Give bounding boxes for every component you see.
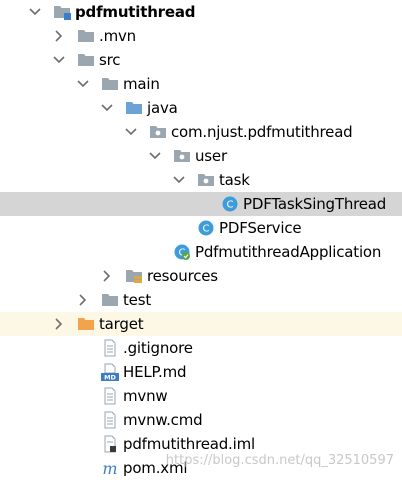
tree-item-label: PDFService <box>219 219 302 237</box>
tree-row-user[interactable]: user <box>0 144 402 168</box>
chevron-down-icon[interactable] <box>75 72 91 96</box>
package-icon <box>149 123 167 141</box>
tree-item-label: com.njust.pdfmutithread <box>171 123 353 141</box>
tree-row-mvnw[interactable]: mvnw <box>0 384 402 408</box>
chevron-down-icon[interactable] <box>51 48 67 72</box>
tree-item-label: java <box>147 99 178 117</box>
markdown-file-icon: MD <box>101 363 119 381</box>
maven-file-icon: m <box>101 459 119 477</box>
java-class-icon: C <box>221 195 239 213</box>
folder-icon <box>77 51 95 69</box>
tree-item-label: pdfmutithread <box>75 3 196 21</box>
chevron-right-icon[interactable] <box>99 264 115 288</box>
resources-folder-icon <box>125 267 143 285</box>
tree-item-label: mvnw <box>123 387 168 405</box>
chevron-right-icon[interactable] <box>51 312 67 336</box>
module-folder-icon <box>53 3 71 21</box>
folder-icon <box>101 75 119 93</box>
svg-text:m: m <box>102 459 117 477</box>
tree-item-label: task <box>219 171 250 189</box>
chevron-down-icon[interactable] <box>171 168 187 192</box>
svg-text:C: C <box>203 224 210 235</box>
tree-item-label: .mvn <box>99 27 136 45</box>
text-file-icon <box>101 387 119 405</box>
folder-icon <box>101 291 119 309</box>
tree-row-gitignore[interactable]: .gitignore <box>0 336 402 360</box>
chevron-down-icon[interactable] <box>123 120 139 144</box>
tree-item-label: .gitignore <box>123 339 193 357</box>
chevron-down-icon[interactable] <box>147 144 163 168</box>
tree-row-pdfservice[interactable]: C PDFService <box>0 216 402 240</box>
svg-text:MD: MD <box>104 374 116 382</box>
tree-row-test[interactable]: test <box>0 288 402 312</box>
watermark: https://blog.csdn.net/qq_32510597 <box>165 453 394 468</box>
tree-row-resources[interactable]: resources <box>0 264 402 288</box>
chevron-right-icon[interactable] <box>75 288 91 312</box>
tree-row-java[interactable]: java <box>0 96 402 120</box>
tree-row-pdfmutithread[interactable]: pdfmutithread <box>0 0 402 24</box>
tree-item-label: PDFTaskSingThread <box>243 195 387 213</box>
excluded-folder-icon <box>77 315 95 333</box>
java-class-icon: C <box>197 219 215 237</box>
tree-item-label: main <box>123 75 160 93</box>
tree-item-label: test <box>123 291 152 309</box>
chevron-down-icon[interactable] <box>27 0 43 24</box>
package-icon <box>173 147 191 165</box>
tree-item-label: HELP.md <box>123 363 187 381</box>
tree-item-label: resources <box>147 267 218 285</box>
tree-row-help-md[interactable]: MD HELP.md <box>0 360 402 384</box>
tree-item-label: src <box>99 51 121 69</box>
tree-row-main[interactable]: main <box>0 72 402 96</box>
tree-row-mvn[interactable]: .mvn <box>0 24 402 48</box>
tree-row-com-njust-pdfmutithread[interactable]: com.njust.pdfmutithread <box>0 120 402 144</box>
chevron-down-icon[interactable] <box>99 96 115 120</box>
tree-item-label: target <box>99 315 144 333</box>
text-file-icon <box>101 411 119 429</box>
tree-row-pdfmutithreadapplication[interactable]: C PdfmutithreadApplication <box>0 240 402 264</box>
tree-row-pdftasksingthread[interactable]: C PDFTaskSingThread <box>0 192 402 216</box>
tree-item-label: PdfmutithreadApplication <box>195 243 382 261</box>
svg-text:C: C <box>227 200 234 211</box>
chevron-right-icon[interactable] <box>51 24 67 48</box>
tree-row-task[interactable]: task <box>0 168 402 192</box>
tree-item-label: mvnw.cmd <box>123 411 203 429</box>
tree-item-label: user <box>195 147 227 165</box>
tree-row-src[interactable]: src <box>0 48 402 72</box>
tree-row-mvnw-cmd[interactable]: mvnw.cmd <box>0 408 402 432</box>
text-file-icon <box>101 339 119 357</box>
spring-boot-class-icon: C <box>173 243 191 261</box>
folder-icon <box>77 27 95 45</box>
tree-row-target[interactable]: target <box>0 312 402 336</box>
iml-file-icon <box>101 435 119 453</box>
source-folder-icon <box>125 99 143 117</box>
package-icon <box>197 171 215 189</box>
